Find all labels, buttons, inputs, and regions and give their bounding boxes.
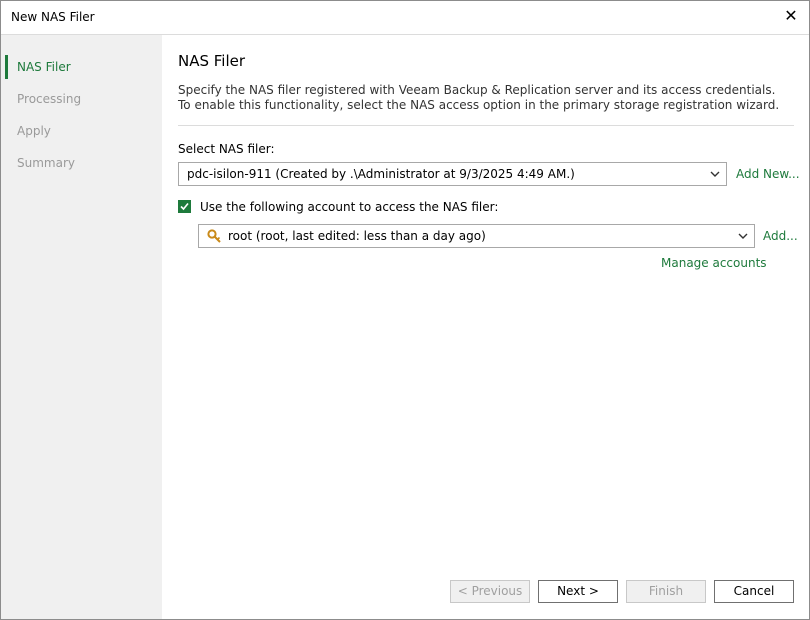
step-apply[interactable]: Apply	[1, 119, 162, 143]
nas-filer-value: pdc-isilon-911 (Created by .\Administrat…	[187, 167, 575, 181]
step-nas-filer[interactable]: NAS Filer	[1, 55, 162, 79]
account-value: root (root, last edited: less than a day…	[228, 229, 486, 243]
close-icon[interactable]: ✕	[781, 6, 801, 26]
cancel-button[interactable]: Cancel	[714, 580, 794, 603]
step-summary[interactable]: Summary	[1, 151, 162, 175]
account-select[interactable]: root (root, last edited: less than a day…	[198, 224, 755, 248]
page-description: Specify the NAS filer registered with Ve…	[178, 83, 780, 112]
wizard-window: New NAS Filer ✕ NAS Filer Processing App…	[0, 0, 810, 620]
add-account-link[interactable]: Add...	[763, 229, 798, 243]
add-new-link[interactable]: Add New...	[736, 167, 800, 181]
select-nas-label: Select NAS filer:	[178, 142, 275, 156]
wizard-content: NAS Filer Specify the NAS filer register…	[162, 35, 809, 619]
previous-button[interactable]: < Previous	[450, 580, 530, 603]
title-bar: New NAS Filer ✕	[1, 1, 809, 35]
window-title: New NAS Filer	[11, 10, 95, 24]
chevron-down-icon	[738, 233, 748, 239]
wizard-steps-sidebar: NAS Filer Processing Apply Summary	[1, 35, 162, 619]
page-title: NAS Filer	[178, 52, 246, 70]
key-icon	[207, 229, 221, 243]
finish-button[interactable]: Finish	[626, 580, 706, 603]
use-account-label: Use the following account to access the …	[200, 200, 499, 214]
manage-accounts-link[interactable]: Manage accounts	[661, 256, 767, 270]
step-processing[interactable]: Processing	[1, 87, 162, 111]
chevron-down-icon	[710, 171, 720, 177]
next-button[interactable]: Next >	[538, 580, 618, 603]
check-icon	[180, 202, 189, 211]
header-divider	[178, 125, 794, 126]
use-account-checkbox[interactable]	[178, 200, 191, 213]
nas-filer-select[interactable]: pdc-isilon-911 (Created by .\Administrat…	[178, 162, 727, 186]
